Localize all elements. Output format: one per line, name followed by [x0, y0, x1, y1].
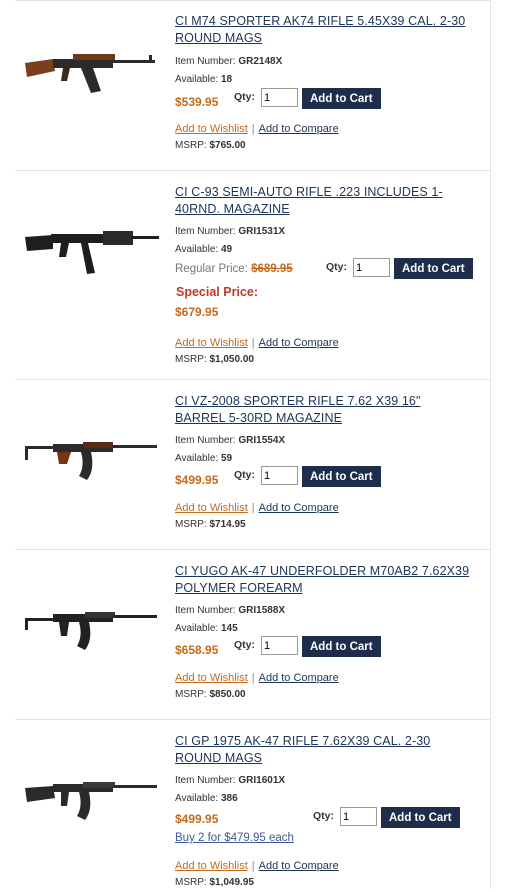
link-separator: | — [251, 502, 255, 514]
available-label: Available: — [175, 453, 219, 464]
add-to-cart-button[interactable]: Add to Cart — [302, 466, 381, 487]
product-title-link[interactable]: CI GP 1975 AK-47 RIFLE 7.62X39 CAL. 2-30… — [175, 733, 485, 767]
available-value: 145 — [220, 623, 238, 634]
regular-price-label: Regular Price: — [175, 263, 248, 275]
product-list: CI M74 SPORTER AK74 RIFLE 5.45X39 CAL. 2… — [0, 0, 491, 889]
available-label: Available: — [175, 793, 219, 804]
item-number-label: Item Number: — [175, 435, 236, 446]
msrp-label: MSRP: — [175, 354, 207, 365]
msrp-value: $714.95 — [209, 519, 246, 530]
qty-input[interactable] — [353, 258, 390, 277]
available-value: 49 — [220, 244, 233, 255]
item-number-value: GRI1554X — [238, 435, 286, 446]
msrp-value: $1,050.00 — [209, 354, 254, 365]
product-price: $658.95 — [175, 643, 219, 657]
available-label: Available: — [175, 244, 219, 255]
list-item: CI M74 SPORTER AK74 RIFLE 5.45X39 CAL. 2… — [15, 0, 490, 171]
qty-label: Qty: — [326, 261, 347, 273]
available-label: Available: — [175, 74, 219, 85]
product-title-link[interactable]: CI C-93 SEMI-AUTO RIFLE .223 INCLUDES 1-… — [175, 184, 485, 218]
qty-label: Qty: — [234, 91, 255, 103]
product-title-link[interactable]: CI YUGO AK-47 UNDERFOLDER M70AB2 7.62X39… — [175, 563, 485, 597]
qty-input[interactable] — [261, 636, 298, 655]
msrp-value: $765.00 — [209, 140, 246, 151]
qty-label: Qty: — [234, 639, 255, 651]
link-separator: | — [251, 860, 255, 872]
msrp-label: MSRP: — [175, 877, 207, 888]
add-to-wishlist-link[interactable]: Add to Wishlist — [175, 123, 248, 135]
list-item: CI YUGO AK-47 UNDERFOLDER M70AB2 7.62X39… — [15, 549, 490, 720]
item-number-label: Item Number: — [175, 56, 236, 67]
product-price: $539.95 — [175, 95, 219, 109]
item-number-label: Item Number: — [175, 226, 236, 237]
add-to-cart-button[interactable]: Add to Cart — [381, 807, 460, 828]
msrp-label: MSRP: — [175, 689, 207, 700]
link-separator: | — [251, 337, 255, 349]
regular-price-value: $689.95 — [251, 263, 293, 275]
item-number-value: GRI1601X — [238, 775, 286, 786]
qty-input[interactable] — [340, 807, 377, 826]
rifle-image[interactable] — [23, 41, 163, 101]
rifle-image[interactable] — [23, 221, 163, 281]
add-to-cart-button[interactable]: Add to Cart — [394, 258, 473, 279]
product-title-link[interactable]: CI VZ-2008 SPORTER RIFLE 7.62 X39 16" BAR… — [175, 393, 485, 427]
add-to-wishlist-link[interactable]: Add to Wishlist — [175, 860, 248, 872]
special-price-value: $679.95 — [175, 305, 219, 319]
available-value: 386 — [220, 793, 238, 804]
product-title-link[interactable]: CI M74 SPORTER AK74 RIFLE 5.45X39 CAL. 2… — [175, 13, 485, 47]
add-to-compare-link[interactable]: Add to Compare — [259, 123, 339, 135]
link-separator: | — [251, 672, 255, 684]
qty-label: Qty: — [234, 469, 255, 481]
rifle-image[interactable] — [23, 430, 163, 490]
qty-input[interactable] — [261, 466, 298, 485]
special-price-label: Special Price: — [176, 285, 258, 299]
msrp-label: MSRP: — [175, 519, 207, 530]
available-value: 59 — [220, 453, 233, 464]
add-to-compare-link[interactable]: Add to Compare — [259, 672, 339, 684]
list-item: CI GP 1975 AK-47 RIFLE 7.62X39 CAL. 2-30… — [15, 719, 490, 890]
add-to-cart-button[interactable]: Add to Cart — [302, 88, 381, 109]
rifle-image[interactable] — [23, 770, 163, 830]
add-to-wishlist-link[interactable]: Add to Wishlist — [175, 337, 248, 349]
item-number-value: GR2148X — [238, 56, 283, 67]
item-number-value: GRI1588X — [238, 605, 286, 616]
msrp-value: $850.00 — [209, 689, 246, 700]
item-number-value: GRI1531X — [238, 226, 286, 237]
add-to-wishlist-link[interactable]: Add to Wishlist — [175, 672, 248, 684]
add-to-compare-link[interactable]: Add to Compare — [259, 860, 339, 872]
rifle-image[interactable] — [23, 600, 163, 660]
product-price: $499.95 — [175, 473, 219, 487]
list-item: CI VZ-2008 SPORTER RIFLE 7.62 X39 16" BAR… — [15, 379, 490, 550]
msrp-label: MSRP: — [175, 140, 207, 151]
link-separator: | — [251, 123, 255, 135]
available-label: Available: — [175, 623, 219, 634]
add-to-compare-link[interactable]: Add to Compare — [259, 502, 339, 514]
qty-input[interactable] — [261, 88, 298, 107]
available-value: 18 — [220, 74, 233, 85]
add-to-compare-link[interactable]: Add to Compare — [259, 337, 339, 349]
qty-label: Qty: — [313, 810, 334, 822]
add-to-cart-button[interactable]: Add to Cart — [302, 636, 381, 657]
item-number-label: Item Number: — [175, 775, 236, 786]
item-number-label: Item Number: — [175, 605, 236, 616]
add-to-wishlist-link[interactable]: Add to Wishlist — [175, 502, 248, 514]
product-price: $499.95 — [175, 812, 219, 826]
msrp-value: $1,049.95 — [209, 877, 254, 888]
list-item: CI C-93 SEMI-AUTO RIFLE .223 INCLUDES 1-… — [15, 170, 490, 380]
tier-price-link[interactable]: Buy 2 for $479.95 each — [175, 832, 294, 844]
